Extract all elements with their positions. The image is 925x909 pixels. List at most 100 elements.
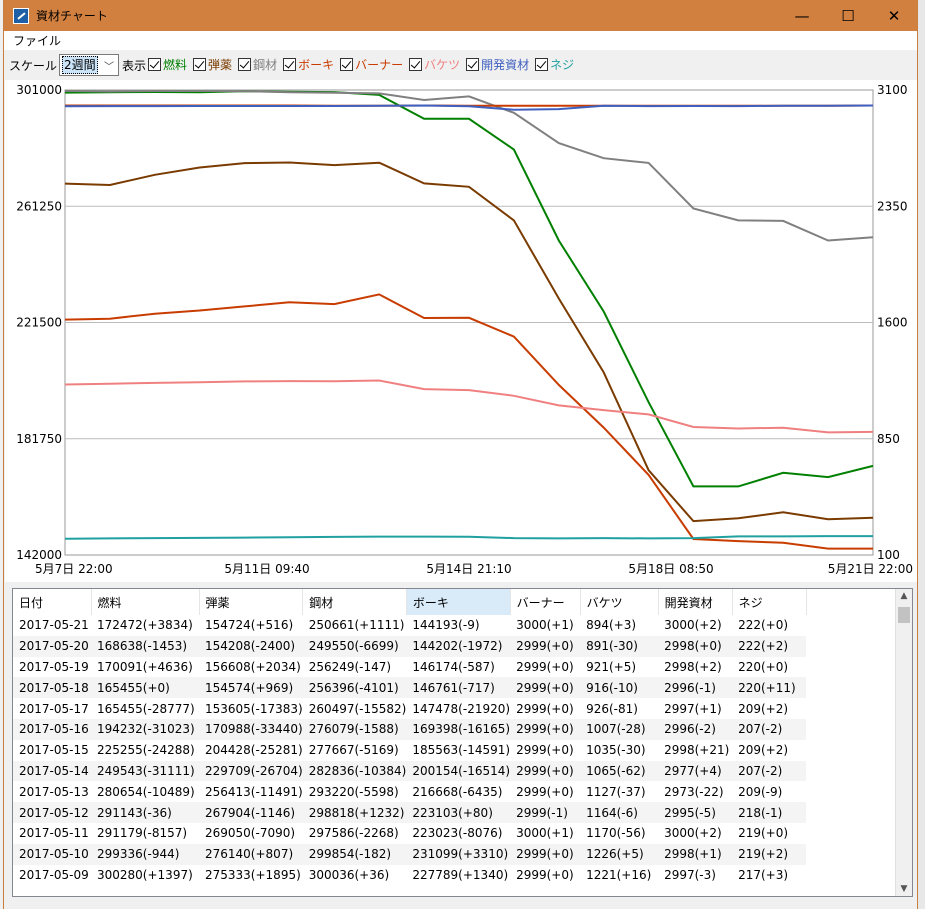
table-row[interactable]: 2017-05-21 172472(+3834) 154724(+516) 25066… (13, 615, 806, 636)
x-tick-label: 5月18日 08:50 (628, 562, 713, 576)
left-tick-label: 301000 (16, 83, 62, 97)
table-cell: 220(+11) (732, 677, 807, 699)
table-cell: 154724(+516) (205, 618, 294, 633)
table-cell: 146174(-587) (412, 659, 495, 674)
table-cell: 2973(-22) (664, 784, 724, 799)
series-toggle-0[interactable]: 燃料 (148, 56, 187, 73)
table-cell: 249550(-6699) (302, 635, 407, 657)
table-cell: 222(+0) (738, 618, 789, 633)
table-cell: 217(+3) (738, 867, 789, 882)
table-row[interactable]: 2017-05-14 249543(-31111) 229709(-26704) 28… (13, 760, 807, 782)
left-tick-label: 181750 (16, 432, 62, 446)
table-cell: 2997(-3) (664, 867, 716, 882)
left-tick-label: 142000 (16, 548, 62, 562)
table-cell: 299336(-944) (91, 843, 199, 865)
table-row[interactable]: 2017-05-18 165455(+0) 154574(+969) 256396(-… (13, 677, 807, 699)
table-cell: 209(-9) (738, 784, 783, 799)
app-icon (13, 7, 29, 24)
minimize-button[interactable]: — (779, 0, 825, 31)
table-cell: 1164(-6) (580, 802, 659, 823)
table-cell: 291143(-36) (91, 802, 199, 823)
checkbox-checked-icon[interactable] (148, 58, 162, 71)
table-row[interactable]: 2017-05-20 168638(-1453) 154208(-2400) 2495… (13, 635, 807, 657)
toolbar: スケール 2週間 ﹀ 表示 燃料 弾薬 鋼材 ボーキ バーナー バケツ 開発資材 ネジ (4, 50, 917, 80)
table-cell: 250661(+1111) (308, 618, 405, 633)
table-cell: 2999(+0) (516, 743, 574, 758)
series-toggle-5[interactable]: バケツ (409, 56, 460, 73)
table-row[interactable]: 2017-05-17 165455(-28777) 153605(-17383) 26… (13, 698, 806, 719)
table-cell: 168638(-1453) (91, 635, 199, 657)
checkbox-checked-icon[interactable] (409, 58, 423, 71)
scale-select[interactable]: 2週間 ﹀ (59, 54, 120, 76)
table-cell: 229709(-26704) (199, 760, 303, 782)
close-button[interactable]: ✕ (871, 0, 917, 31)
table-cell: 260497(-15582) (308, 701, 407, 716)
column-header[interactable]: ネジ (732, 589, 807, 615)
window-title: 資材チャート (36, 9, 108, 23)
table-cell: 227789(+1340) (412, 867, 509, 882)
table-cell: 1065(-62) (580, 760, 659, 782)
series-toggle-1[interactable]: 弾薬 (193, 56, 232, 73)
checkbox-checked-icon[interactable] (340, 58, 354, 71)
column-header[interactable]: バーナー (510, 589, 581, 615)
checkbox-checked-icon[interactable] (466, 58, 480, 71)
table-cell: 2999(+0) (516, 867, 574, 882)
table-row[interactable]: 2017-05-11 291179(-8157) 269050(-7090) 2975… (13, 823, 806, 844)
table-cell: 300280(+1397) (97, 867, 193, 882)
table-cell: 2017-05-19 (19, 659, 89, 674)
column-header[interactable]: バケツ (580, 589, 659, 615)
column-header[interactable]: 開発資材 (658, 589, 733, 615)
column-header[interactable]: 燃料 (91, 589, 200, 615)
scroll-thumb[interactable] (898, 607, 910, 623)
table-cell: 1007(-28) (580, 718, 659, 740)
table-cell: 894(+3) (586, 618, 637, 633)
checkbox-checked-icon[interactable] (535, 58, 549, 71)
table-cell: 3000(+2) (664, 618, 722, 633)
table-cell: 297586(-2268) (308, 826, 399, 841)
table-cell: 300036(+36) (308, 867, 390, 882)
series-toggle-3[interactable]: ボーキ (283, 56, 334, 73)
table-cell: 2017-05-09 (19, 867, 89, 882)
table-cell: 154574(+969) (199, 677, 303, 699)
series-toggle-label: 弾薬 (208, 58, 233, 72)
maximize-button[interactable]: ☐ (825, 0, 871, 31)
table-scrollbar[interactable]: ▲ ▼ (895, 589, 912, 896)
title-bar[interactable]: 資材チャート — ☐ ✕ (4, 0, 917, 31)
column-header[interactable]: 弾薬 (199, 589, 304, 615)
table-cell: 2017-05-21 (19, 618, 89, 633)
table-row[interactable]: 2017-05-09 300280(+1397) 275333(+1895) 3000… (13, 865, 806, 886)
table-cell: 154208(-2400) (199, 635, 303, 657)
table-cell: 2996(-1) (658, 677, 733, 699)
table-cell: 1035(-30) (586, 743, 646, 758)
checkbox-checked-icon[interactable] (283, 58, 297, 71)
checkbox-checked-icon[interactable] (193, 58, 207, 71)
column-header[interactable]: 鋼材 (302, 589, 407, 615)
table-row[interactable]: 2017-05-16 194232(-31023) 170988(-33440) 27… (13, 718, 807, 740)
menu-file[interactable]: ファイル (13, 32, 61, 49)
right-tick-label: 100 (877, 548, 900, 562)
table-row[interactable]: 2017-05-10 299336(-944) 276140(+807) 299854… (13, 843, 807, 865)
main-window: 資材チャート — ☐ ✕ ファイル スケール 2週間 ﹀ 表示 燃料 弾薬 鋼材 ボー… (3, 0, 918, 909)
series-toggle-4[interactable]: バーナー (340, 56, 403, 73)
series-toggle-6[interactable]: 開発資材 (466, 56, 529, 73)
table-row[interactable]: 2017-05-12 291143(-36) 267904(-1146) 298818… (13, 802, 807, 823)
table-cell: 256396(-4101) (302, 677, 407, 699)
scroll-down-icon[interactable]: ▼ (896, 884, 912, 894)
table-cell: 219(+0) (738, 826, 789, 841)
table-row[interactable]: 2017-05-15 225255(-24288) 204428(-25281) 27… (13, 740, 806, 761)
table-cell: 926(-81) (586, 701, 638, 716)
series-toggle-7[interactable]: ネジ (535, 56, 574, 73)
column-header[interactable]: ボーキ (406, 589, 511, 615)
table-row[interactable]: 2017-05-19 170091(+4636) 156608(+2034) 2562… (13, 657, 806, 678)
table-cell: 2017-05-12 (13, 802, 91, 823)
resource-table[interactable]: 日付 燃料 弾薬 鋼材 ボーキ バーナー バケツ 開発資材 ネジ 2017-05-21 17247… (12, 588, 913, 897)
scroll-up-icon[interactable]: ▲ (896, 591, 912, 601)
series-toggle-2[interactable]: 鋼材 (238, 56, 277, 73)
table-cell: 209(+2) (738, 743, 789, 758)
column-header[interactable]: 日付 (13, 589, 92, 615)
table-cell: 276140(+807) (199, 843, 303, 865)
table-cell: 3000(+1) (516, 618, 574, 633)
table-cell: 891(-30) (580, 635, 659, 657)
table-row[interactable]: 2017-05-13 280654(-10489) 256413(-11491) 29… (13, 781, 806, 802)
checkbox-checked-icon[interactable] (238, 58, 252, 71)
